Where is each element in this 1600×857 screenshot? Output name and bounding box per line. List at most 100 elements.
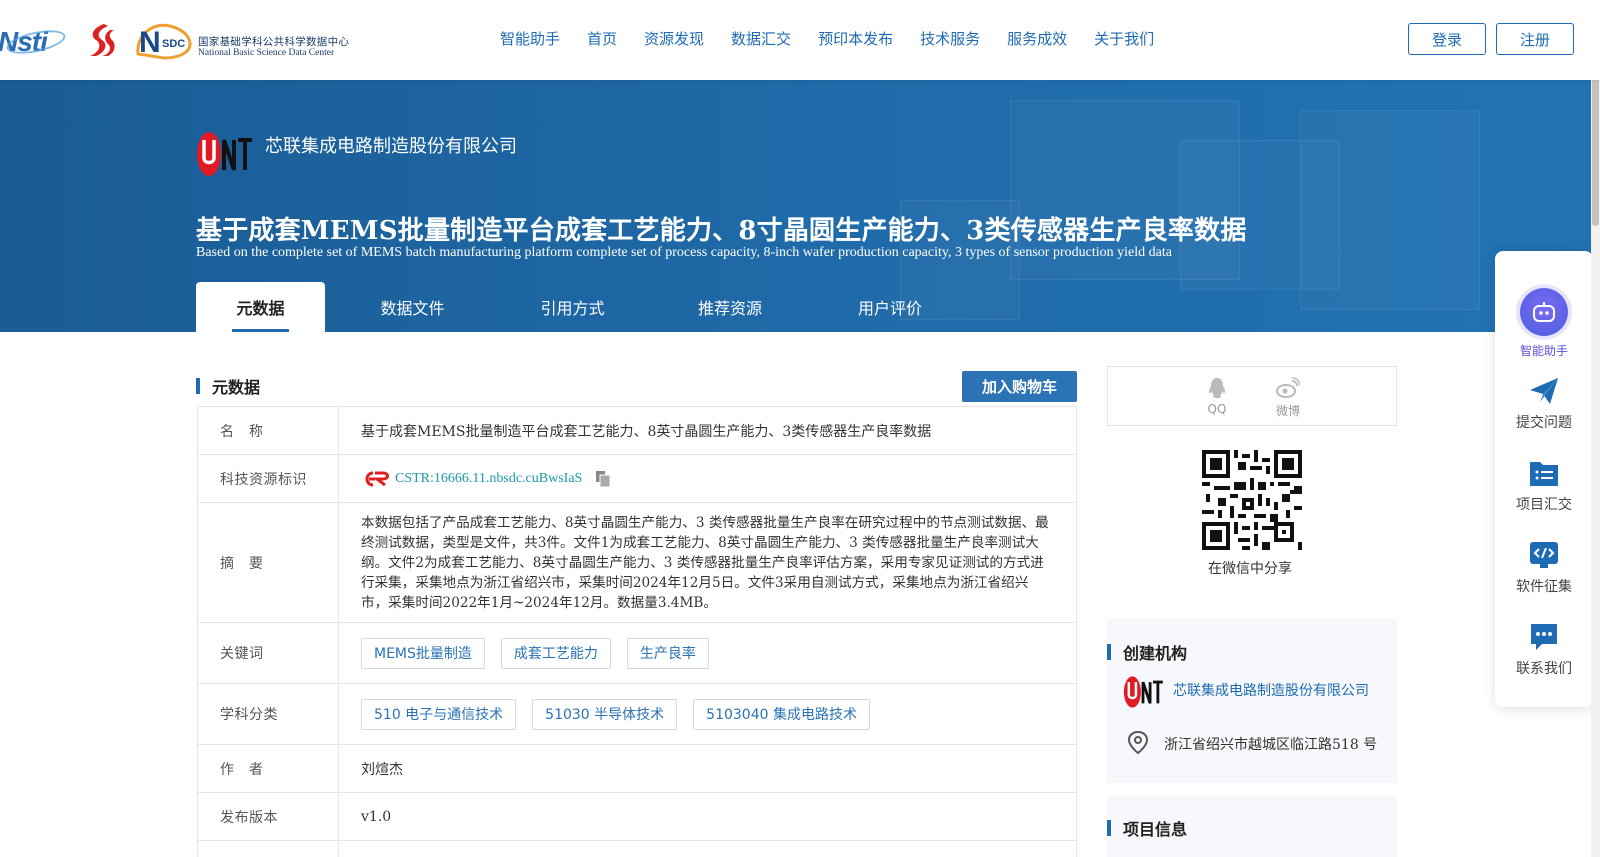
keyword-tag[interactable]: 生产良率 (626, 637, 709, 669)
row-label: 名 称 (198, 407, 339, 454)
page-scrollbar[interactable] (1591, 0, 1600, 857)
nsti-logo[interactable]: Nsti (0, 25, 68, 59)
keywords-cell: MEMS批量制造 成套工艺能力 生产良率 (339, 623, 1076, 683)
add-to-cart-button[interactable]: 加入购物车 (962, 371, 1077, 402)
weibo-label: 微博 (1275, 404, 1300, 418)
project-card-header: 项目信息 (1107, 816, 1187, 840)
weibo-icon (1276, 377, 1301, 398)
float-project-submission[interactable]: 项目汇交 (1495, 458, 1593, 514)
row-label: 作 者 (198, 745, 339, 792)
nav-data-submission[interactable]: 数据汇交 (731, 28, 791, 49)
chat-bubble-icon (1531, 624, 1557, 650)
tab-metadata[interactable]: 元数据 (196, 282, 325, 332)
row-value (339, 841, 1076, 857)
table-row: 科技资源标识 CSTR:16666.11.nbsdc.cuBwsIaS (198, 455, 1076, 503)
login-button[interactable]: 登录 (1408, 23, 1486, 55)
svg-text:N: N (139, 26, 161, 59)
red-s-logo[interactable] (82, 22, 118, 58)
metadata-table: 名 称 基于成套MEMS批量制造平台成套工艺能力、8英寸晶圆生产能力、3类传感器… (197, 406, 1077, 857)
nav-service-results[interactable]: 服务成效 (1007, 28, 1067, 49)
cstr-link[interactable]: CSTR:16666.11.nbsdc.cuBwsIaS (395, 471, 582, 487)
row-label: 科技资源标识 (198, 455, 339, 502)
nav-preprint[interactable]: 预印本发布 (818, 28, 893, 49)
paper-plane-icon (1530, 378, 1558, 404)
tab-user-reviews[interactable]: 用户评价 (815, 282, 965, 332)
section-accent-bar (1107, 820, 1111, 836)
tab-data-files[interactable]: 数据文件 (325, 282, 500, 332)
institution-card: 创建机构 芯联集成电路制造股份有限公司 浙江省绍兴市越城区临江路518 号 (1107, 618, 1397, 783)
org-name[interactable]: 芯联集成电路制造股份有限公司 (265, 132, 517, 158)
cstr-icon (365, 471, 389, 486)
nav-about-us[interactable]: 关于我们 (1094, 28, 1154, 49)
copy-icon[interactable] (596, 470, 611, 487)
share-weibo[interactable]: 微博 (1268, 377, 1308, 419)
table-row: 名 称 基于成套MEMS批量制造平台成套工艺能力、8英寸晶圆生产能力、3类传感器… (198, 407, 1076, 455)
banner-decoration (1300, 110, 1480, 310)
subject-tag[interactable]: 510 电子与通信技术 (361, 698, 517, 730)
float-contact-us-label: 联系我们 (1516, 661, 1572, 677)
float-ai-label: 智能助手 (1519, 344, 1568, 358)
nsdc-mark-text: SDC (162, 38, 185, 50)
nsdc-chinese-name: 国家基础学科公共科学数据中心 (198, 36, 350, 48)
table-row (198, 841, 1076, 857)
table-row: 发布版本 v1.0 (198, 793, 1076, 841)
table-row: 摘 要 本数据包括了产品成套工艺能力、8英寸晶圆生产能力、3 类传感器批量生产良… (198, 503, 1076, 623)
code-window-icon (1530, 542, 1558, 568)
row-label: 关键词 (198, 623, 339, 683)
folder-list-icon (1530, 462, 1558, 486)
location-pin-icon (1127, 731, 1149, 755)
author-value: 刘煊杰 (361, 761, 403, 778)
institution-card-header: 创建机构 (1107, 640, 1187, 664)
row-label (198, 841, 339, 857)
project-card-title: 项目信息 (1123, 820, 1188, 839)
register-button[interactable]: 注册 (1496, 23, 1574, 55)
table-row: 学科分类 510 电子与通信技术 51030 半导体技术 5103040 集成电… (198, 684, 1076, 745)
float-project-submission-label: 项目汇交 (1516, 497, 1572, 513)
table-row: 关键词 MEMS批量制造 成套工艺能力 生产良率 (198, 623, 1076, 684)
abstract-value: 本数据包括了产品成套工艺能力、8英寸晶圆生产能力、3 类传感器批量生产良率在研究… (361, 514, 1049, 611)
metadata-section-header: 元数据 (196, 377, 261, 397)
dataset-title-cn: 基于成套MEMS批量制造平台成套工艺能力、8寸晶圆生产能力、3类传感器生产良率数… (196, 216, 1247, 246)
tab-recommended[interactable]: 推荐资源 (645, 282, 815, 332)
institution-card-title: 创建机构 (1123, 644, 1188, 663)
qq-icon (1208, 378, 1226, 398)
float-ai-assistant[interactable]: 智能助手 (1495, 288, 1593, 359)
subject-tag[interactable]: 51030 半导体技术 (532, 698, 678, 730)
nsdc-english-name: National Basic Science Data Center (198, 48, 335, 58)
float-software-call[interactable]: 软件征集 (1495, 540, 1593, 596)
metadata-section-title: 元数据 (212, 378, 261, 397)
version-value: v1.0 (361, 808, 392, 825)
institution-name-link[interactable]: 芯联集成电路制造股份有限公司 (1173, 680, 1369, 700)
share-qq[interactable]: QQ (1197, 377, 1237, 416)
float-submit-question[interactable]: 提交问题 (1495, 376, 1593, 432)
institution-logo (1123, 676, 1163, 708)
nav-resource-discovery[interactable]: 资源发现 (644, 28, 704, 49)
table-row: 作 者 刘煊杰 (198, 745, 1076, 793)
nsdc-mark-icon: N SDC (136, 23, 192, 60)
top-navigation-bar: Nsti N SDC 国家基础学科公共科学数据中心 National Basic… (0, 0, 1600, 80)
qq-label: QQ (1207, 402, 1227, 416)
project-card: 项目信息 (1107, 796, 1397, 857)
keyword-tag[interactable]: MEMS批量制造 (361, 637, 485, 669)
section-accent-bar (196, 378, 200, 394)
row-label: 发布版本 (198, 793, 339, 840)
ai-robot-icon (1520, 288, 1568, 336)
float-submit-question-label: 提交问题 (1516, 415, 1572, 431)
subject-tag[interactable]: 5103040 集成电路技术 (693, 698, 870, 730)
nav-home[interactable]: 首页 (587, 28, 617, 49)
section-accent-bar (1107, 644, 1111, 660)
subject-cell: 510 电子与通信技术 51030 半导体技术 5103040 集成电路技术 (339, 684, 1076, 744)
float-contact-us[interactable]: 联系我们 (1495, 622, 1593, 678)
tab-citation[interactable]: 引用方式 (500, 282, 645, 332)
dataset-name-value: 基于成套MEMS批量制造平台成套工艺能力、8英寸晶圆生产能力、3类传感器生产良率… (361, 423, 932, 440)
nav-tech-services[interactable]: 技术服务 (920, 28, 980, 49)
row-label: 摘 要 (198, 503, 339, 622)
institution-address: 浙江省绍兴市越城区临江路518 号 (1164, 737, 1378, 753)
keyword-tag[interactable]: 成套工艺能力 (500, 637, 611, 669)
share-panel: QQ 微博 (1107, 366, 1397, 426)
main-nav: 智能助手 首页 资源发现 数据汇交 预印本发布 技术服务 服务成效 关于我们 (500, 28, 1181, 49)
nsdc-logo[interactable]: N SDC 国家基础学科公共科学数据中心 National Basic Scie… (134, 20, 354, 62)
nav-ai-assistant[interactable]: 智能助手 (500, 28, 560, 49)
wechat-qr-code (1202, 450, 1302, 550)
wechat-share-caption: 在微信中分享 (1208, 561, 1292, 577)
